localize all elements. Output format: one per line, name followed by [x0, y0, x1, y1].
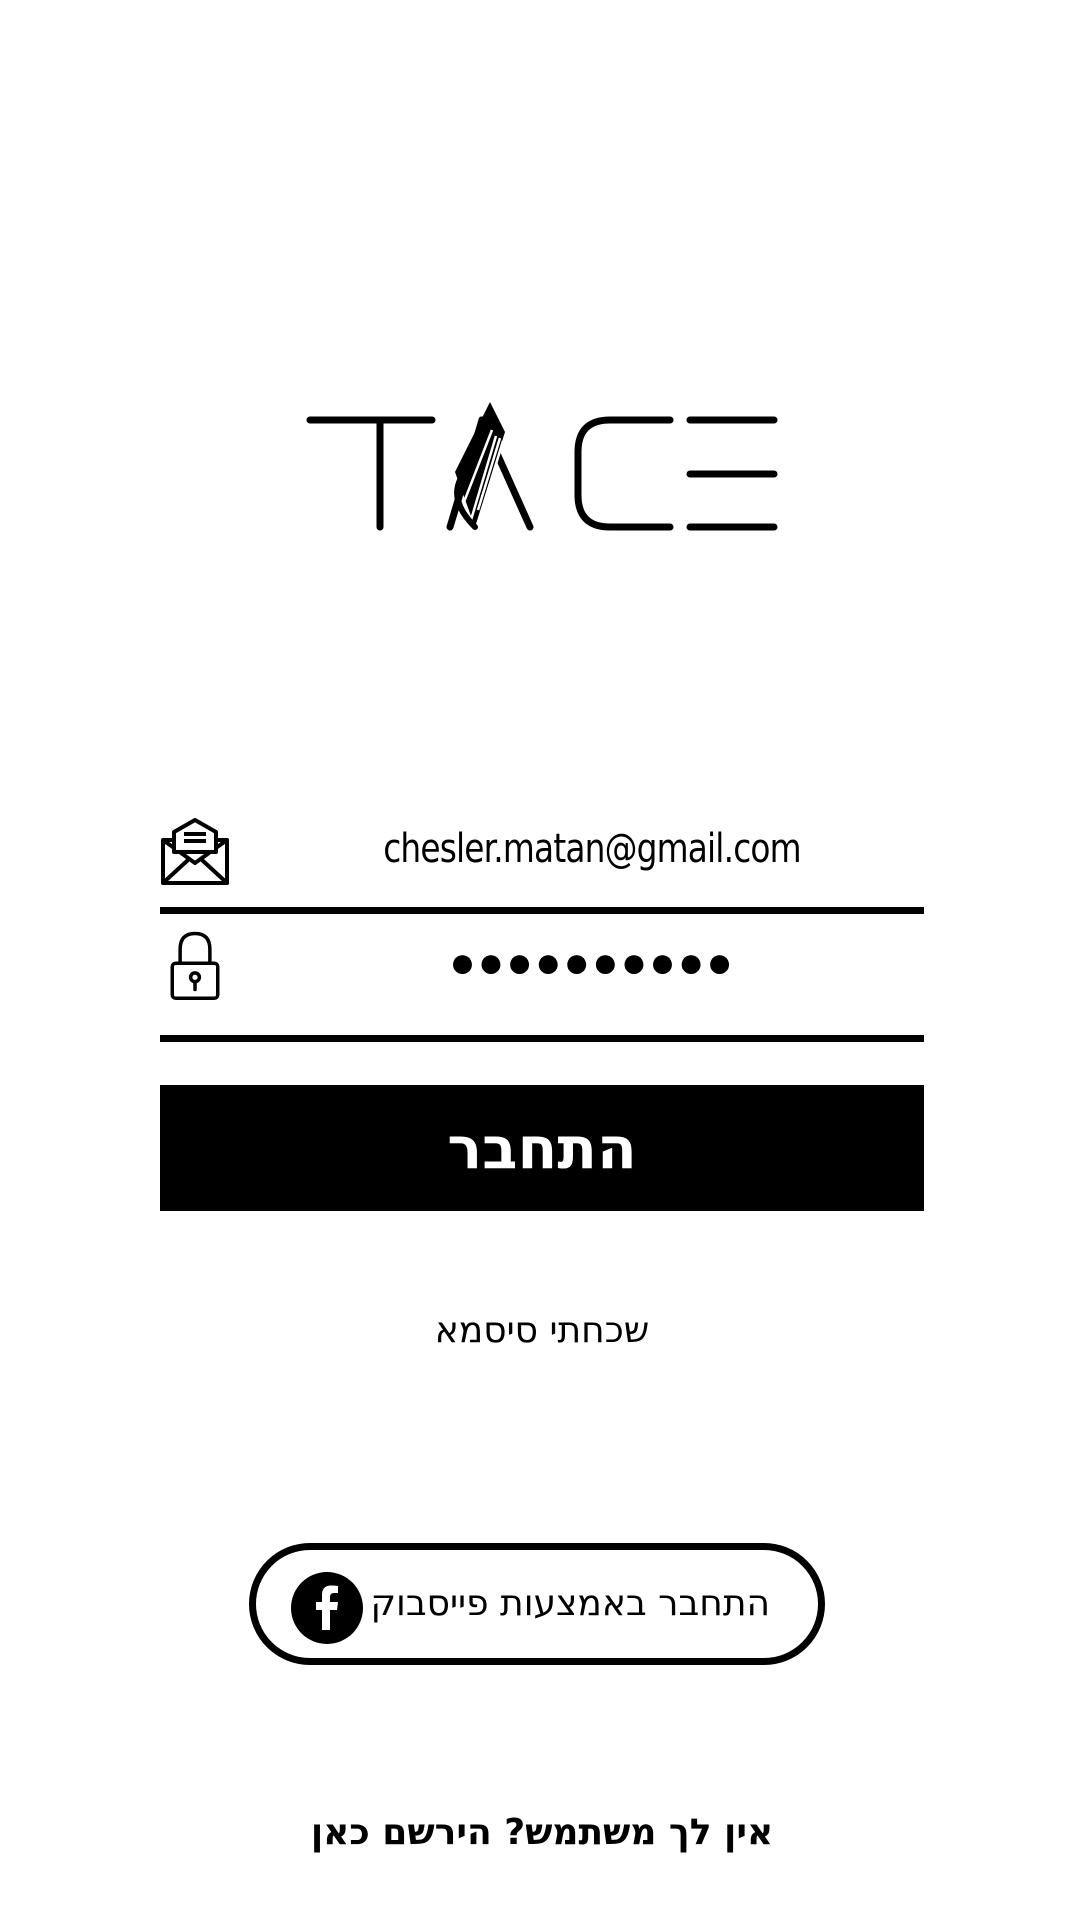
facebook-login-button[interactable]: התחבר באמצעות פייסבוק	[249, 1543, 825, 1665]
password-value[interactable]: ●●●●●●●●●●	[260, 938, 924, 988]
register-link[interactable]: אין לך משתמש? הירשם כאן	[160, 1812, 924, 1853]
email-field[interactable]: chesler.matan@gmail.com	[160, 812, 924, 912]
facebook-icon	[291, 1572, 363, 1644]
trace-logo	[306, 402, 778, 531]
password-field[interactable]: ●●●●●●●●●●	[160, 930, 924, 1030]
facebook-login-label: התחבר באמצעות פייסבוק	[370, 1583, 770, 1624]
email-underline	[160, 907, 924, 914]
envelope-icon	[161, 818, 229, 885]
login-button[interactable]: התחבר	[160, 1085, 924, 1211]
lock-icon	[170, 931, 220, 1000]
forgot-password-link[interactable]: שכחתי סיסמא	[160, 1310, 924, 1351]
password-underline	[160, 1035, 924, 1042]
email-value[interactable]: chesler.matan@gmail.com	[320, 826, 864, 872]
